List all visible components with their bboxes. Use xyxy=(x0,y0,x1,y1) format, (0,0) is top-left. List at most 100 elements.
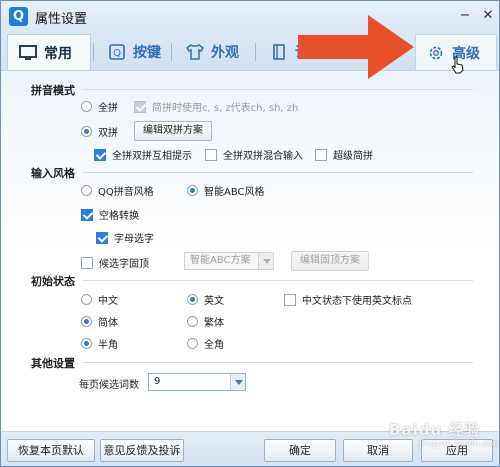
checkbox-mixed-input[interactable]: 全拼双拼混合输入 xyxy=(205,147,303,162)
title-bar[interactable]: Q 属性设置 − ✕ xyxy=(1,1,499,31)
tab-keys-label: 按键 xyxy=(133,45,161,61)
tab-appearance-label: 外观 xyxy=(211,45,239,61)
checkbox-super-simple-label: 超级简拼 xyxy=(333,151,373,162)
tab-divider xyxy=(93,43,94,61)
restore-default-button[interactable]: 恢复本页默认 xyxy=(7,439,95,462)
radio-abc-style-label: 智能ABC风格 xyxy=(204,187,265,198)
watermark: Baidu 经验 xyxy=(389,421,481,439)
settings-panel: 拼音模式 全拼 简拼时使用c, s, z代表ch, sh, zh 双拼 编辑双拼… xyxy=(1,71,499,431)
checkbox-indicator xyxy=(134,100,146,113)
radio-half-width[interactable]: 半角 xyxy=(81,336,118,351)
radio-chinese[interactable]: 中文 xyxy=(81,292,118,307)
checkbox-indicator xyxy=(284,293,296,306)
radio-traditional-label: 繁体 xyxy=(204,318,224,329)
section-divider xyxy=(83,362,473,363)
tab-dictionary[interactable]: 词库 xyxy=(259,34,339,70)
tab-bar: 常用 Q 按键 外观 词库 高级 xyxy=(1,31,499,71)
radio-full-width[interactable]: 全角 xyxy=(187,336,224,351)
checkbox-letter-select[interactable]: 字母选字 xyxy=(96,230,154,245)
checkbox-indicator xyxy=(96,231,108,244)
hand-cursor-icon xyxy=(451,56,464,74)
edit-double-pinyin-button[interactable]: 编辑双拼方案 xyxy=(134,121,212,141)
radio-full-width-label: 全角 xyxy=(204,340,224,351)
radio-double-pinyin-label: 双拼 xyxy=(98,128,118,139)
cancel-button[interactable]: 取消 xyxy=(343,439,413,462)
candidates-per-page-select[interactable]: 9 xyxy=(148,373,246,391)
app-logo: Q xyxy=(9,7,28,26)
candidates-per-page-label: 每页候选词数 xyxy=(79,380,139,391)
checkbox-super-simple[interactable]: 超级简拼 xyxy=(315,147,373,162)
radio-indicator xyxy=(187,338,198,349)
shirt-icon xyxy=(185,44,205,60)
checkbox-space-convert-label: 空格转换 xyxy=(99,211,139,222)
chevron-down-icon xyxy=(230,374,245,390)
radio-indicator xyxy=(187,185,198,196)
chevron-down-icon xyxy=(258,253,273,269)
radio-qq-style-label: QQ拼音风格 xyxy=(98,187,154,198)
checkbox-space-convert[interactable]: 空格转换 xyxy=(81,207,139,222)
radio-indicator xyxy=(187,316,198,327)
radio-indicator xyxy=(81,126,92,137)
checkbox-mixed-input-label: 全拼双拼混合输入 xyxy=(223,151,303,162)
section-divider xyxy=(83,172,473,173)
checkbox-candidate-pin-label: 候选字固顶 xyxy=(99,259,149,270)
section-divider xyxy=(83,280,473,281)
radio-full-pinyin[interactable]: 全拼 xyxy=(81,99,118,114)
feedback-button[interactable]: 意见反馈及投诉 xyxy=(100,439,184,462)
section-title-pinyin: 拼音模式 xyxy=(31,84,75,97)
checkbox-english-punct-label: 中文状态下使用英文标点 xyxy=(302,296,412,307)
radio-simplified[interactable]: 简体 xyxy=(81,314,118,329)
gear-icon xyxy=(429,46,443,59)
checkbox-hint-mutual[interactable]: 全拼双拼互相提示 xyxy=(94,147,192,162)
window-title: 属性设置 xyxy=(35,12,88,27)
radio-simplified-label: 简体 xyxy=(98,318,118,329)
radio-chinese-label: 中文 xyxy=(98,296,118,307)
tab-dictionary-label: 词库 xyxy=(295,45,323,61)
radio-indicator xyxy=(81,316,92,327)
radio-double-pinyin[interactable]: 双拼 xyxy=(81,124,118,139)
radio-half-width-label: 半角 xyxy=(98,340,118,351)
radio-indicator xyxy=(81,185,92,196)
checkbox-hint-mutual-label: 全拼双拼互相提示 xyxy=(112,151,192,162)
radio-full-pinyin-label: 全拼 xyxy=(98,103,118,114)
edit-pin-scheme-button[interactable]: 编辑固顶方案 xyxy=(291,251,369,271)
monitor-icon xyxy=(19,44,37,60)
checkbox-english-punct[interactable]: 中文状态下使用英文标点 xyxy=(284,292,412,307)
svg-text:Q: Q xyxy=(113,48,121,59)
checkbox-letter-select-label: 字母选字 xyxy=(114,234,154,245)
settings-window: Q 属性设置 − ✕ 常用 Q 按键 外观 词库 高级 拼音模式 全拼 简拼时使… xyxy=(0,0,500,467)
checkbox-indicator xyxy=(205,148,217,161)
checkbox-indicator xyxy=(315,148,327,161)
radio-indicator xyxy=(81,101,92,112)
candidates-per-page-value: 9 xyxy=(154,376,161,387)
close-button[interactable]: ✕ xyxy=(479,7,497,25)
ok-button[interactable]: 确定 xyxy=(264,439,336,462)
book-icon xyxy=(273,44,285,60)
key-icon: Q xyxy=(109,44,125,60)
checkbox-candidate-pin[interactable]: 候选字固顶 xyxy=(81,255,149,270)
tab-keys[interactable]: Q 按键 xyxy=(97,34,175,70)
radio-qq-style[interactable]: QQ拼音风格 xyxy=(81,183,154,198)
tab-appearance[interactable]: 外观 xyxy=(175,34,255,70)
checkbox-indicator xyxy=(94,148,106,161)
tab-common[interactable]: 常用 xyxy=(7,34,91,70)
section-title-other: 其他设置 xyxy=(31,357,75,370)
radio-indicator xyxy=(81,338,92,349)
checkbox-simple-pinyin-hint[interactable]: 简拼时使用c, s, z代表ch, sh, zh xyxy=(134,99,298,114)
radio-abc-style[interactable]: 智能ABC风格 xyxy=(187,183,265,198)
radio-english[interactable]: 英文 xyxy=(187,292,224,307)
checkbox-indicator xyxy=(81,256,93,269)
section-title-initial-state: 初始状态 xyxy=(31,275,75,288)
radio-indicator xyxy=(81,294,92,305)
pin-scheme-select[interactable]: 智能ABC方案 xyxy=(184,252,274,270)
section-title-input-style: 输入风格 xyxy=(31,167,75,180)
checkbox-simple-pinyin-hint-label: 简拼时使用c, s, z代表ch, sh, zh xyxy=(152,103,299,114)
minimize-button[interactable]: − xyxy=(456,7,474,25)
checkbox-indicator xyxy=(81,208,93,221)
pin-scheme-select-value: 智能ABC方案 xyxy=(190,255,251,266)
tab-common-label: 常用 xyxy=(44,45,72,62)
radio-traditional[interactable]: 繁体 xyxy=(187,314,224,329)
section-divider xyxy=(83,89,473,90)
radio-english-label: 英文 xyxy=(204,296,224,307)
tab-divider xyxy=(171,43,172,61)
